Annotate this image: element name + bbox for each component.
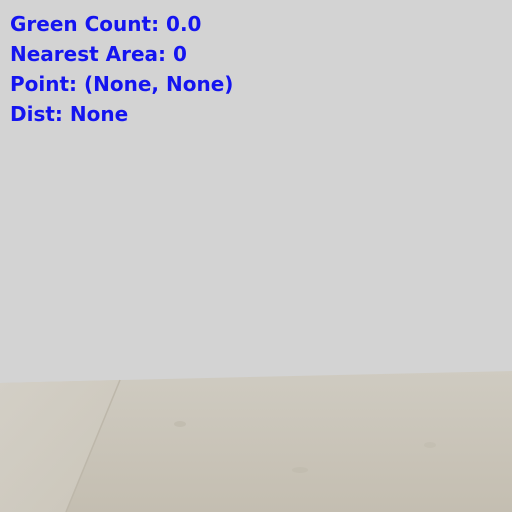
point-readout: Point: (None, None)	[10, 72, 234, 96]
floor-smudge	[174, 421, 186, 427]
dist-readout: Dist: None	[10, 102, 129, 126]
green-count-readout: Green Count: 0.0	[10, 12, 202, 36]
nearest-area-readout: Nearest Area: 0	[10, 42, 187, 66]
floor-smudge	[292, 467, 308, 473]
floor-smudge	[424, 442, 436, 448]
game-viewport: Green Count: 0.0 Nearest Area: 0 Point: …	[0, 0, 512, 512]
hud-overlay: Green Count: 0.0 Nearest Area: 0 Point: …	[10, 9, 233, 129]
